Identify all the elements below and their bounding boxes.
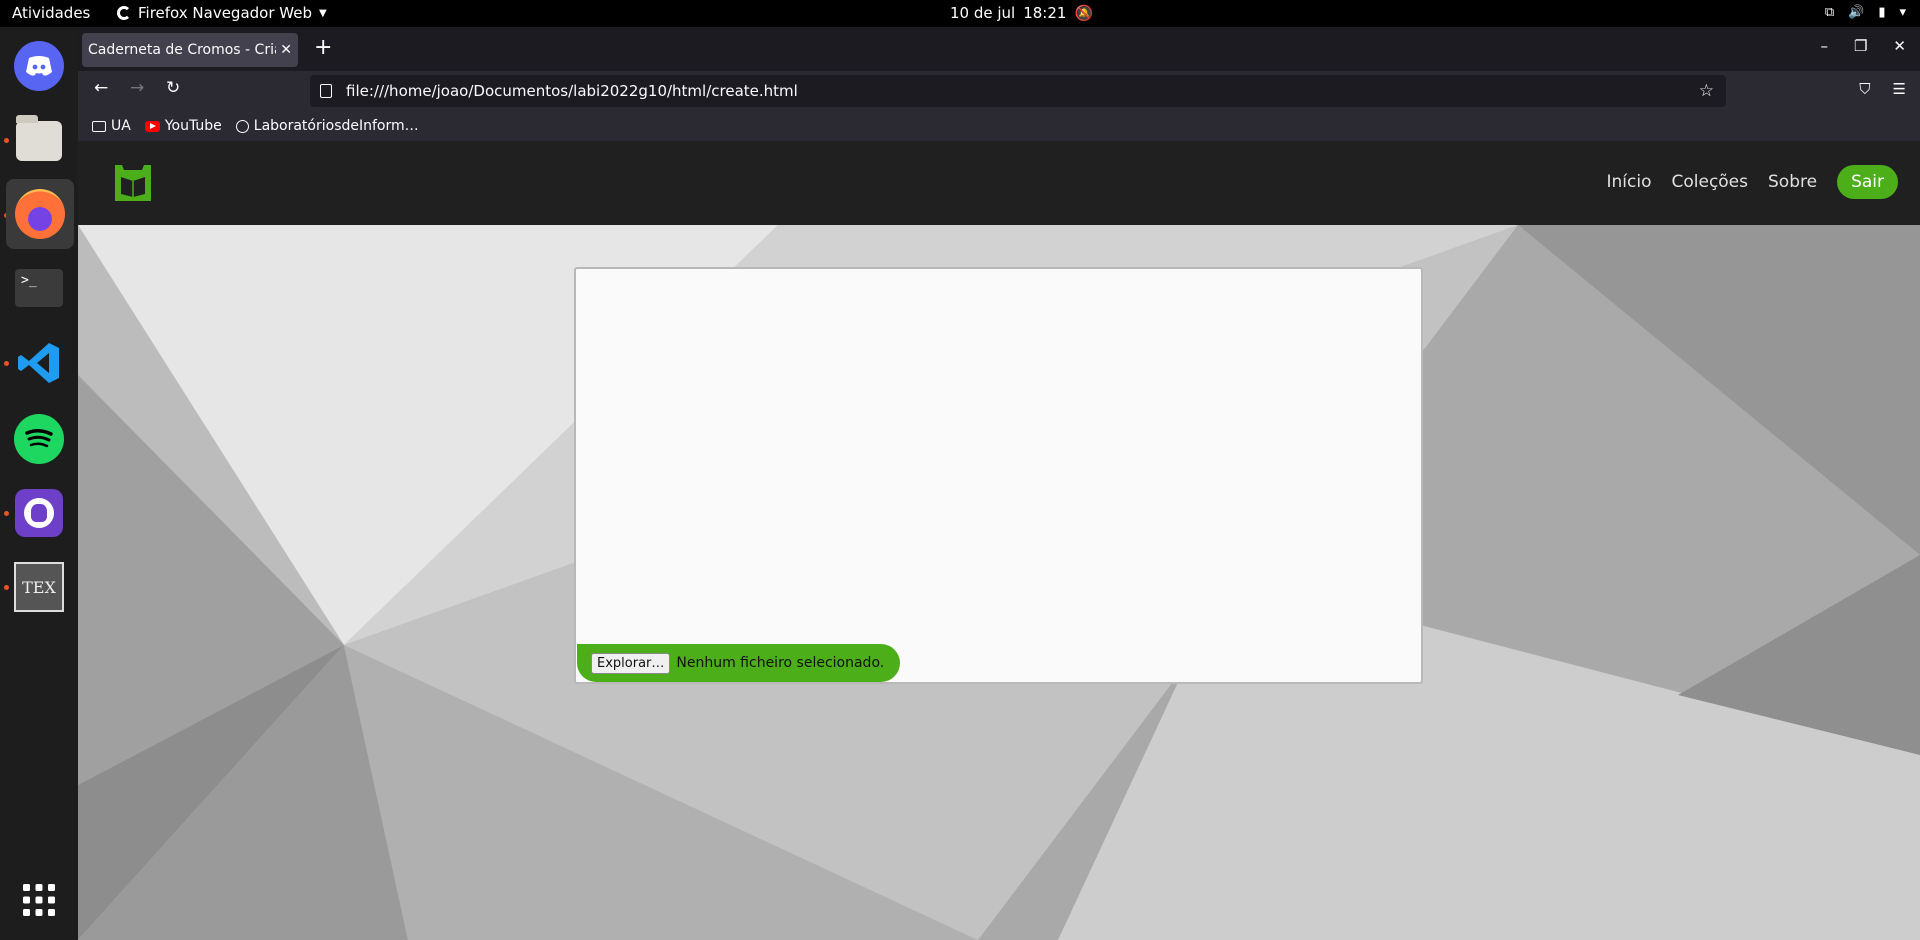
notifications-muted-icon: 🔕: [1074, 4, 1094, 22]
activities-button[interactable]: Atividades: [12, 4, 90, 22]
clock-time: 18:21: [1023, 4, 1067, 22]
window-controls: – ❐ ✕: [1820, 37, 1906, 55]
system-tray[interactable]: ⧉ 🔊 ▮ ▾: [1825, 5, 1906, 20]
volume-icon: 🔊: [1848, 5, 1865, 20]
site-navbar: Início Coleções Sobre Sair: [78, 141, 1920, 225]
battery-icon: ▮: [1878, 5, 1886, 20]
app-grid-icon: [23, 884, 55, 916]
tab-active[interactable]: Caderneta de Cromos - Criar ✕: [82, 33, 298, 67]
pocket-icon[interactable]: ⛉: [1859, 80, 1870, 98]
dock: >_ TEX: [0, 27, 78, 940]
reload-icon[interactable]: ↻: [166, 78, 180, 98]
power-menu-caret-icon: ▾: [1899, 5, 1906, 20]
back-arrow-icon[interactable]: ←: [94, 78, 108, 98]
bookmark-label: YouTube: [164, 118, 222, 134]
url-text[interactable]: file:///home/joao/Documentos/labi2022g10…: [346, 82, 798, 100]
toolbar-right: ⛉ ☰: [1859, 80, 1906, 98]
file-input[interactable]: Explorar… Nenhum ficheiro selecionado.: [577, 644, 901, 682]
app-menu-label: Firefox Navegador Web: [138, 4, 312, 22]
caret-down-icon: ▼: [318, 7, 327, 19]
minimize-icon[interactable]: –: [1820, 37, 1828, 55]
running-indicator: [4, 361, 9, 366]
dock-spotify[interactable]: [11, 411, 67, 467]
new-tab-button[interactable]: +: [314, 35, 332, 60]
network-icon: ⧉: [1824, 5, 1835, 20]
page-icon: [320, 84, 332, 98]
url-bar[interactable]: file:///home/joao/Documentos/labi2022g10…: [310, 75, 1726, 107]
clock-date: 10 de jul: [950, 4, 1016, 22]
site-nav-links: Início Coleções Sobre Sair: [1607, 165, 1898, 199]
running-indicator: [4, 511, 9, 516]
browse-button[interactable]: Explorar…: [591, 652, 671, 674]
youtube-icon: [144, 120, 160, 132]
dock-firefox[interactable]: [6, 179, 74, 249]
terminal-icon: >_: [15, 269, 63, 307]
close-tab-icon[interactable]: ✕: [280, 42, 292, 58]
bookmark-youtube[interactable]: YouTube: [144, 118, 222, 134]
running-indicator: [4, 138, 9, 143]
bookmark-laboratorios[interactable]: LaboratóriosdeInform…: [235, 118, 419, 134]
file-input-status: Nenhum ficheiro selecionado.: [676, 655, 885, 671]
app-menu[interactable]: Firefox Navegador Web ▼: [117, 4, 327, 22]
forward-arrow-icon[interactable]: →: [130, 78, 144, 98]
bookmarks-toolbar: UA YouTube LaboratóriosdeInform…: [78, 111, 1920, 141]
dock-github[interactable]: [11, 485, 67, 541]
spotify-icon: [14, 414, 64, 464]
bookmark-label: UA: [111, 118, 131, 134]
dock-texmaker[interactable]: TEX: [11, 559, 67, 615]
tab-title: Caderneta de Cromos - Criar: [88, 42, 277, 58]
web-page: Início Coleções Sobre Sair Explorar… Nen…: [78, 141, 1920, 940]
navigation-toolbar: ← → ↻ file:///home/joao/Documentos/labi2…: [78, 71, 1920, 111]
discord-icon: [14, 41, 64, 91]
tab-bar: Caderneta de Cromos - Criar ✕ + – ❐ ✕: [78, 27, 1920, 71]
nav-colecoes-link[interactable]: Coleções: [1671, 172, 1748, 192]
image-upload-card: Explorar… Nenhum ficheiro selecionado.: [574, 267, 1423, 684]
album-logo-icon[interactable]: [112, 161, 154, 203]
globe-icon: [235, 119, 249, 133]
texmaker-icon: TEX: [14, 562, 64, 612]
close-window-icon[interactable]: ✕: [1893, 37, 1906, 55]
firefox-mini-icon: [117, 6, 131, 20]
dock-vscode[interactable]: [11, 335, 67, 391]
firefox-icon: [15, 189, 65, 239]
clock[interactable]: 10 de jul 18:21 🔕: [950, 4, 1093, 22]
restore-icon[interactable]: ❐: [1854, 37, 1867, 55]
show-apps-button[interactable]: [11, 872, 67, 928]
firefox-window: Caderneta de Cromos - Criar ✕ + – ❐ ✕ ← …: [78, 27, 1920, 940]
page-background: Explorar… Nenhum ficheiro selecionado.: [78, 225, 1920, 940]
sair-button[interactable]: Sair: [1837, 165, 1898, 199]
files-icon: [16, 115, 62, 161]
running-indicator: [4, 585, 9, 590]
nav-inicio-link[interactable]: Início: [1607, 172, 1652, 192]
bookmark-label: LaboratóriosdeInform…: [253, 118, 419, 134]
bookmark-star-icon[interactable]: ☆: [1699, 81, 1714, 101]
dock-files[interactable]: [11, 113, 67, 169]
vscode-icon: [18, 343, 59, 383]
system-top-bar: Atividades Firefox Navegador Web ▼ 10 de…: [0, 0, 1920, 27]
folder-icon: [92, 120, 106, 132]
dock-discord[interactable]: [11, 38, 67, 94]
nav-sobre-link[interactable]: Sobre: [1768, 172, 1817, 192]
github-desktop-icon: [15, 489, 63, 537]
hamburger-menu-icon[interactable]: ☰: [1893, 80, 1906, 98]
bookmark-ua[interactable]: UA: [92, 118, 131, 134]
dock-terminal[interactable]: >_: [11, 260, 67, 316]
